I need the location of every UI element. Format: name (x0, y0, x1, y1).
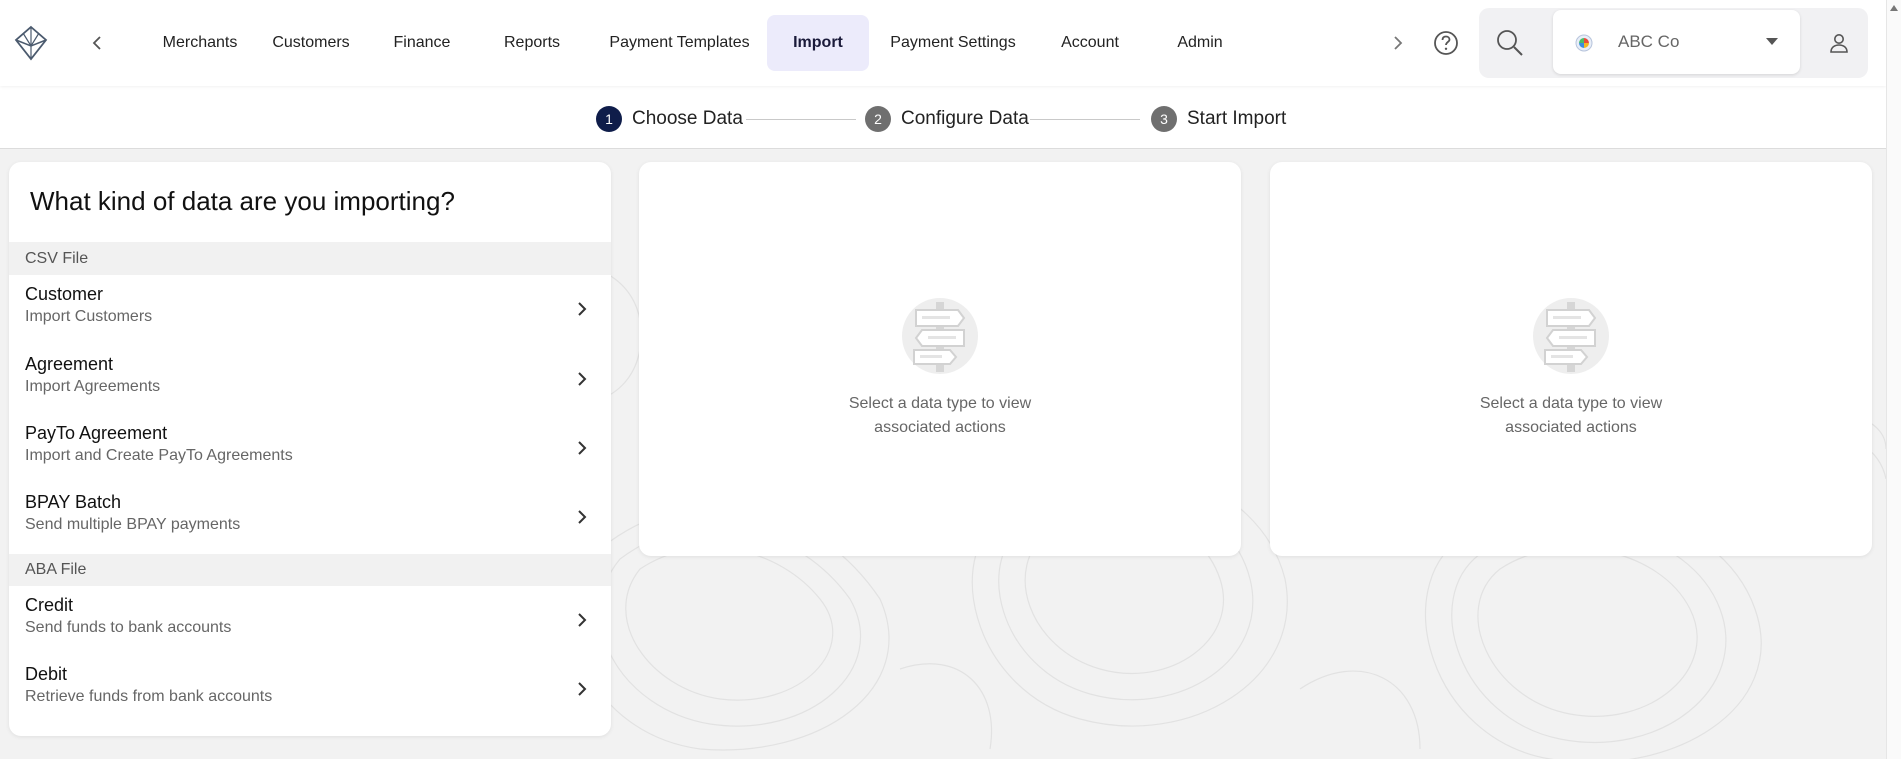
chevron-right-icon (578, 441, 587, 455)
item-subtitle: Import Agreements (25, 378, 161, 395)
item-title: Customer (25, 284, 104, 304)
step-label: Configure Data (901, 108, 1029, 129)
step-label: Choose Data (632, 108, 743, 129)
organization-selector[interactable]: ABC Co (1553, 10, 1800, 74)
page-scrollbar[interactable] (1886, 0, 1901, 759)
help-button[interactable] (1432, 29, 1460, 57)
item-title: Agreement (25, 354, 114, 374)
nav-item-reports[interactable]: Reports (472, 15, 592, 71)
signpost-icon (902, 298, 978, 374)
list-item-debit[interactable]: Debit Retrieve funds from bank accounts (9, 655, 611, 724)
nav-item-finance[interactable]: Finance (372, 15, 472, 71)
step-number: 2 (865, 106, 891, 132)
list-item-bpay-batch[interactable]: BPAY Batch Send multiple BPAY payments (9, 483, 611, 552)
organization-name: ABC Co (1618, 32, 1680, 51)
chevron-right-icon (1394, 36, 1403, 50)
step-configure-data[interactable]: 2 Configure Data (865, 105, 1029, 133)
placeholder-line-1: Select a data type to view (1479, 395, 1663, 412)
section-header-aba: ABA File (9, 554, 611, 586)
item-subtitle: Retrieve funds from bank accounts (25, 688, 273, 705)
nav-item-merchants[interactable]: Merchants (150, 15, 250, 71)
chevron-right-icon (578, 682, 587, 696)
step-choose-data[interactable]: 1 Choose Data (596, 105, 743, 133)
organization-logo-icon (1575, 34, 1593, 52)
chevron-right-icon (578, 302, 587, 316)
scroll-up-arrow-icon[interactable] (1890, 5, 1898, 11)
chevron-right-icon (578, 613, 587, 627)
item-subtitle: Import and Create PayTo Agreements (25, 447, 293, 464)
actions-placeholder-card: Select a data type to view associated ac… (639, 162, 1241, 556)
nav-item-account[interactable]: Account (1037, 15, 1143, 71)
step-number: 3 (1151, 106, 1177, 132)
card-title: What kind of data are you importing? (30, 186, 455, 216)
list-item-agreement[interactable]: Agreement Import Agreements (9, 345, 611, 414)
caret-down-icon (1766, 38, 1778, 45)
placeholder-line-2: associated actions (874, 419, 1006, 436)
search-icon (1497, 30, 1523, 56)
top-navigation-bar: Merchants Customers Finance Reports Paym… (0, 0, 1886, 86)
chevron-right-icon (578, 372, 587, 386)
brand-logo[interactable] (10, 22, 52, 64)
nav-item-admin[interactable]: Admin (1143, 15, 1257, 71)
header-actions: ABC Co (1479, 8, 1868, 78)
list-item-payto-agreement[interactable]: PayTo Agreement Import and Create PayTo … (9, 414, 611, 483)
section-header-csv: CSV File (9, 242, 611, 275)
signpost-icon (1533, 298, 1609, 374)
user-icon (1830, 34, 1848, 53)
diamond-logo-icon (14, 25, 48, 61)
main-nav: Merchants Customers Finance Reports Paym… (150, 15, 1257, 71)
nav-item-import[interactable]: Import (767, 15, 869, 71)
list-item-customer[interactable]: Customer Import Customers (9, 275, 611, 344)
list-item-credit[interactable]: Credit Send funds to bank accounts (9, 586, 611, 655)
step-label: Start Import (1187, 108, 1287, 129)
details-placeholder-card: Select a data type to view associated ac… (1270, 162, 1872, 556)
nav-item-customers[interactable]: Customers (250, 15, 372, 71)
item-subtitle: Send funds to bank accounts (25, 619, 232, 636)
user-menu-button[interactable] (1827, 31, 1851, 55)
placeholder-message: Select a data type to view associated ac… (1421, 392, 1721, 440)
item-title: BPAY Batch (25, 492, 122, 512)
step-connector (1030, 119, 1140, 120)
nav-scroll-right-button[interactable] (1384, 28, 1412, 58)
item-title: PayTo Agreement (25, 423, 168, 443)
data-type-selection-card: What kind of data are you importing? CSV… (9, 162, 611, 736)
nav-item-payment-settings[interactable]: Payment Settings (869, 15, 1037, 71)
item-subtitle: Import Customers (25, 308, 153, 325)
step-number: 1 (596, 106, 622, 132)
question-circle-icon (1434, 31, 1458, 55)
chevron-right-icon (578, 510, 587, 524)
placeholder-line-1: Select a data type to view (848, 395, 1032, 412)
import-stepper: 1 Choose Data 2 Configure Data 3 Start I… (0, 86, 1886, 149)
chevron-left-icon (92, 36, 101, 50)
item-title: Credit (25, 595, 74, 615)
search-button[interactable] (1495, 28, 1525, 58)
item-subtitle: Send multiple BPAY payments (25, 516, 241, 533)
nav-item-payment-templates[interactable]: Payment Templates (592, 15, 767, 71)
nav-scroll-left-button[interactable] (83, 28, 111, 58)
placeholder-line-2: associated actions (1505, 419, 1637, 436)
placeholder-message: Select a data type to view associated ac… (790, 392, 1090, 440)
step-start-import[interactable]: 3 Start Import (1151, 105, 1286, 133)
item-title: Debit (25, 664, 68, 684)
step-connector (746, 119, 856, 120)
